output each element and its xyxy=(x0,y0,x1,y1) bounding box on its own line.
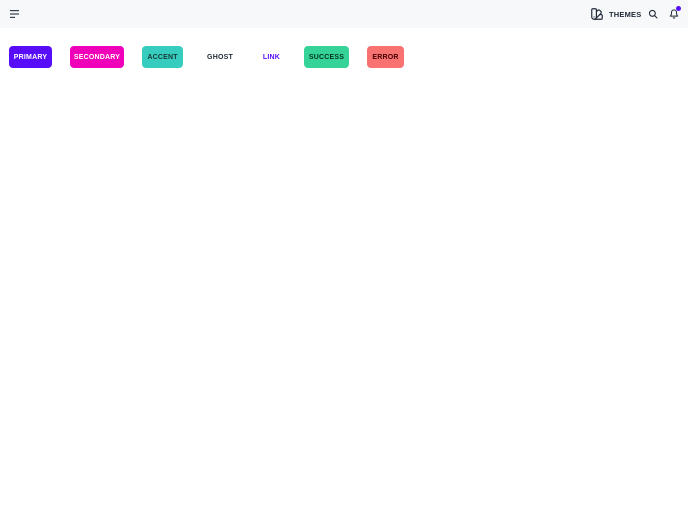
secondary-button[interactable]: SECONDARY xyxy=(70,46,124,68)
notification-badge xyxy=(676,6,681,11)
navbar: THEMES xyxy=(0,0,688,28)
themes-label: THEMES xyxy=(609,9,642,19)
success-button[interactable]: SUCCESS xyxy=(304,46,349,68)
themes-button[interactable]: THEMES xyxy=(590,6,641,22)
accent-button[interactable]: ACCENT xyxy=(142,46,183,68)
error-button[interactable]: ERROR xyxy=(367,46,404,68)
ghost-button[interactable]: GHOST xyxy=(201,46,239,68)
button-row: PRIMARY SECONDARY ACCENT GHOST LINK SUCC… xyxy=(0,46,688,68)
swatch-book-icon xyxy=(590,7,604,21)
menu-lines-icon xyxy=(10,10,20,18)
search-icon xyxy=(648,9,658,19)
link-button[interactable]: LINK xyxy=(257,46,286,68)
primary-button[interactable]: PRIMARY xyxy=(9,46,52,68)
notifications-button[interactable] xyxy=(667,6,681,21)
menu-button[interactable] xyxy=(8,7,22,21)
search-button[interactable] xyxy=(646,7,660,21)
